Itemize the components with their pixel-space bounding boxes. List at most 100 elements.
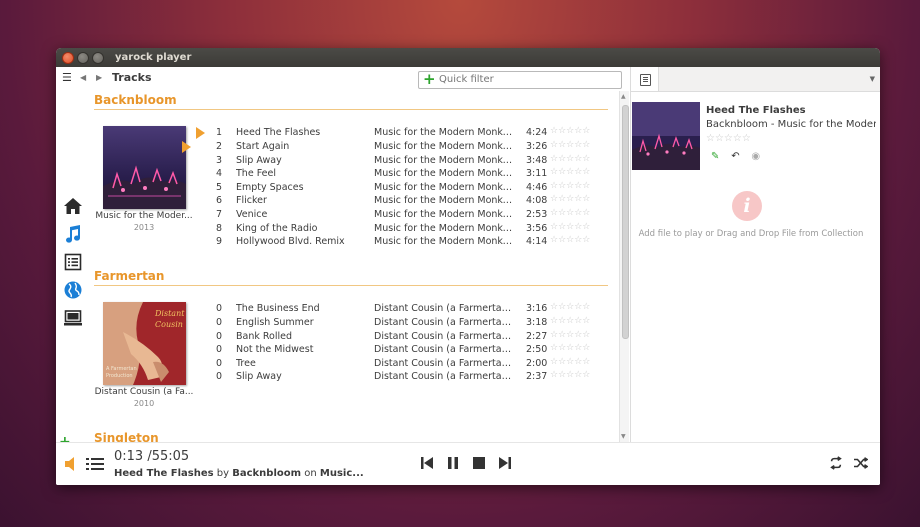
now-playing-line: Heed The Flashes by Backnbloom on Music.… (114, 468, 364, 479)
edit-pencil-icon[interactable]: ✎ (711, 151, 723, 162)
track-row[interactable]: 6 Flicker Music for the Modern Monkey 4:… (198, 194, 608, 208)
quick-filter-box[interactable]: + (418, 70, 622, 89)
quick-filter-input[interactable] (439, 73, 615, 86)
track-rating[interactable]: ☆☆☆☆☆ (550, 343, 590, 353)
track-title: English Summer (236, 317, 314, 328)
track-rating[interactable]: ☆☆☆☆☆ (550, 208, 590, 218)
globe-icon[interactable] (63, 280, 83, 300)
sidebar: + (56, 91, 90, 450)
scrollbar-thumb[interactable] (622, 105, 629, 339)
close-window-button[interactable] (62, 51, 74, 64)
current-track-album: Music... (319, 468, 364, 479)
track-row[interactable]: 1 Heed The Flashes Music for the Modern … (196, 126, 608, 140)
track-row[interactable]: 5 Empty Spaces Music for the Modern Monk… (198, 181, 608, 195)
track-rating[interactable]: ☆☆☆☆☆ (550, 126, 590, 136)
album-artist-header[interactable]: Farmertan (94, 269, 164, 283)
album-cover[interactable] (103, 126, 186, 209)
track-rating[interactable]: ☆☆☆☆☆ (550, 181, 590, 191)
track-rating[interactable]: ☆☆☆☆☆ (550, 167, 590, 177)
track-album: Music for the Modern Monkey (374, 127, 514, 138)
track-row[interactable]: 4 The Feel Music for the Modern Monkey 3… (198, 167, 608, 181)
track-row[interactable]: 0 The Business End Distant Cousin (a Far… (198, 302, 608, 316)
current-track-artist: Backnbloom (232, 468, 302, 479)
now-playing-subtitle: Backnbloom - Music for the Moder... (706, 119, 876, 130)
track-duration: 2:27 (526, 331, 548, 342)
track-title: Flicker (236, 195, 267, 206)
track-number: 3 (216, 155, 223, 166)
track-row[interactable]: 0 Slip Away Distant Cousin (a Farmertan … (198, 370, 608, 384)
track-number: 0 (216, 303, 223, 314)
track-rating[interactable]: ☆☆☆☆☆ (550, 302, 590, 312)
album-artist-header[interactable]: Singleton (94, 431, 159, 442)
track-number: 9 (216, 236, 223, 247)
track-rating[interactable]: ☆☆☆☆☆ (550, 316, 590, 326)
track-duration: 3:11 (526, 168, 548, 179)
now-playing-rating[interactable]: ☆☆☆☆☆ (706, 133, 751, 144)
back-arrow-icon[interactable]: ◀ (80, 73, 86, 82)
track-album: Distant Cousin (a Farmertan ... (374, 317, 514, 328)
track-number: 1 (216, 127, 223, 138)
track-duration: 4:14 (526, 236, 548, 247)
web-info-icon[interactable]: ◉ (751, 151, 763, 162)
track-number: 0 (216, 331, 223, 342)
track-number: 2 (216, 141, 223, 152)
home-icon[interactable] (63, 196, 83, 216)
track-duration: 4:46 (526, 182, 548, 193)
track-row[interactable]: 0 Bank Rolled Distant Cousin (a Farmerta… (198, 330, 608, 344)
track-row[interactable]: 7 Venice Music for the Modern Monkey 2:5… (198, 208, 608, 222)
album-cover[interactable]: Distant Cousin A Farmertan Production (103, 302, 186, 385)
playlist-icon[interactable] (63, 252, 83, 272)
track-rating[interactable]: ☆☆☆☆☆ (550, 370, 590, 380)
playqueue-list-icon[interactable] (86, 458, 104, 470)
track-title: The Feel (236, 168, 276, 179)
track-number: 5 (216, 182, 223, 193)
track-album: Distant Cousin (a Farmertan ... (374, 344, 514, 355)
track-row[interactable]: 0 English Summer Distant Cousin (a Farme… (198, 316, 608, 330)
track-row[interactable]: 0 Not the Midwest Distant Cousin (a Farm… (198, 343, 608, 357)
shuffle-icon[interactable] (854, 456, 868, 470)
add-filter-icon[interactable]: + (423, 70, 436, 88)
music-note-icon[interactable] (63, 224, 83, 244)
scroll-up-icon[interactable]: ▲ (621, 93, 626, 100)
track-rating[interactable]: ☆☆☆☆☆ (550, 222, 590, 232)
panel-tab-bar: ▼ (631, 67, 880, 92)
track-number: 7 (216, 209, 223, 220)
track-album: Music for the Modern Monkey (374, 155, 514, 166)
reply-arrow-icon[interactable]: ↶ (731, 151, 743, 162)
track-title: Heed The Flashes (236, 127, 321, 138)
svg-text:A Farmertan: A Farmertan (106, 366, 137, 372)
track-list-scrollbar[interactable]: ▲ ▼ (619, 91, 629, 442)
computer-icon[interactable] (63, 308, 83, 328)
minimize-window-button[interactable] (77, 51, 89, 64)
stop-button[interactable] (472, 456, 486, 470)
volume-icon[interactable] (64, 456, 80, 472)
forward-arrow-icon[interactable]: ▶ (96, 73, 102, 82)
track-row[interactable]: 3 Slip Away Music for the Modern Monkey … (198, 154, 608, 168)
track-rating[interactable]: ☆☆☆☆☆ (550, 357, 590, 367)
track-rating[interactable]: ☆☆☆☆☆ (550, 235, 590, 245)
track-rating[interactable]: ☆☆☆☆☆ (550, 154, 590, 164)
pause-button[interactable] (446, 456, 460, 470)
track-rating[interactable]: ☆☆☆☆☆ (550, 140, 590, 150)
track-row[interactable]: 9 Hollywood Blvd. Remix Music for the Mo… (198, 235, 608, 249)
next-track-button[interactable] (498, 456, 512, 470)
track-row[interactable]: 2 Start Again Music for the Modern Monke… (182, 140, 608, 154)
repeat-icon[interactable] (829, 456, 843, 470)
track-row[interactable]: 0 Tree Distant Cousin (a Farmertan ... 2… (198, 357, 608, 371)
maximize-window-button[interactable] (92, 51, 104, 64)
track-row[interactable]: 8 King of the Radio Music for the Modern… (198, 222, 608, 236)
scroll-down-icon[interactable]: ▼ (621, 433, 626, 440)
track-album: Music for the Modern Monkey (374, 209, 514, 220)
track-duration: 3:18 (526, 317, 548, 328)
hamburger-menu-icon[interactable]: ☰ (62, 72, 72, 83)
panel-menu-chevron-icon[interactable]: ▼ (870, 75, 875, 83)
album-artist-header[interactable]: Backnbloom (94, 93, 177, 107)
track-rating[interactable]: ☆☆☆☆☆ (550, 194, 590, 204)
track-number: 0 (216, 371, 223, 382)
previous-track-button[interactable] (420, 456, 434, 470)
playing-indicator-icon (182, 141, 191, 153)
track-rating[interactable]: ☆☆☆☆☆ (550, 330, 590, 340)
tab-playqueue[interactable] (631, 67, 659, 91)
track-duration: 4:08 (526, 195, 548, 206)
by-label: by (216, 468, 230, 479)
